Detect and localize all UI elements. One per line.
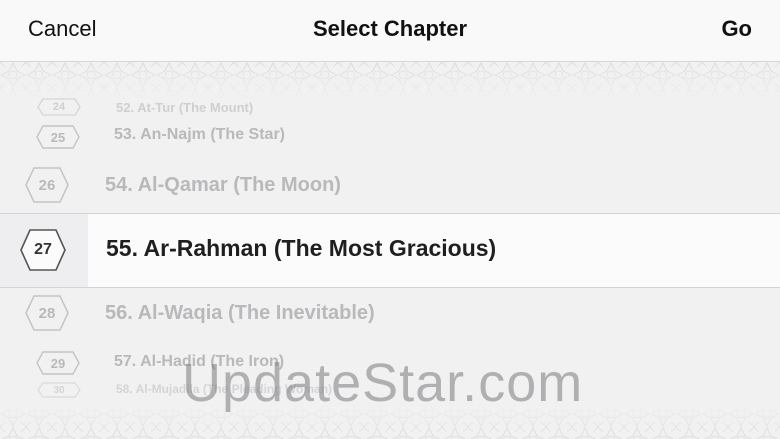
juz-badge: 29 [35,350,81,376]
go-button[interactable]: Go [721,16,752,42]
juz-badge: 30 [37,382,81,398]
juz-badge: 27 [19,228,67,272]
juz-badge: 24 [37,98,81,116]
chapter-row[interactable]: 28 56. Al-Waqia (The Inevitable) [0,294,780,334]
chapter-label: 56. Al-Waqia (The Inevitable) [105,302,375,324]
page-title: Select Chapter [312,16,468,41]
chapter-label: 52. At-Tur (The Mount) [116,100,254,115]
geometric-pattern-top [0,62,780,100]
chapter-row-selected[interactable]: 27 55. Ar-Rahman (The Most Gracious) [0,213,780,286]
chapter-row[interactable]: 24 52. At-Tur (The Mount) [0,98,780,120]
chapter-label: 55. Ar-Rahman (The Most Gracious) [106,235,497,261]
chapter-row[interactable]: 25 53. An-Najm (The Star) [0,122,780,152]
chapter-row[interactable]: 26 54. Al-Qamar (The Moon) [0,166,780,206]
juz-badge: 25 [35,124,81,150]
juz-badge: 26 [24,166,70,204]
juz-badge: 28 [24,294,70,332]
chapter-label: 54. Al-Qamar (The Moon) [105,174,341,196]
watermark: UpdateStar.com [182,353,584,413]
chapter-label: 53. An-Najm (The Star) [114,126,285,143]
navigation-bar: Cancel Select Chapter Go [0,0,780,62]
